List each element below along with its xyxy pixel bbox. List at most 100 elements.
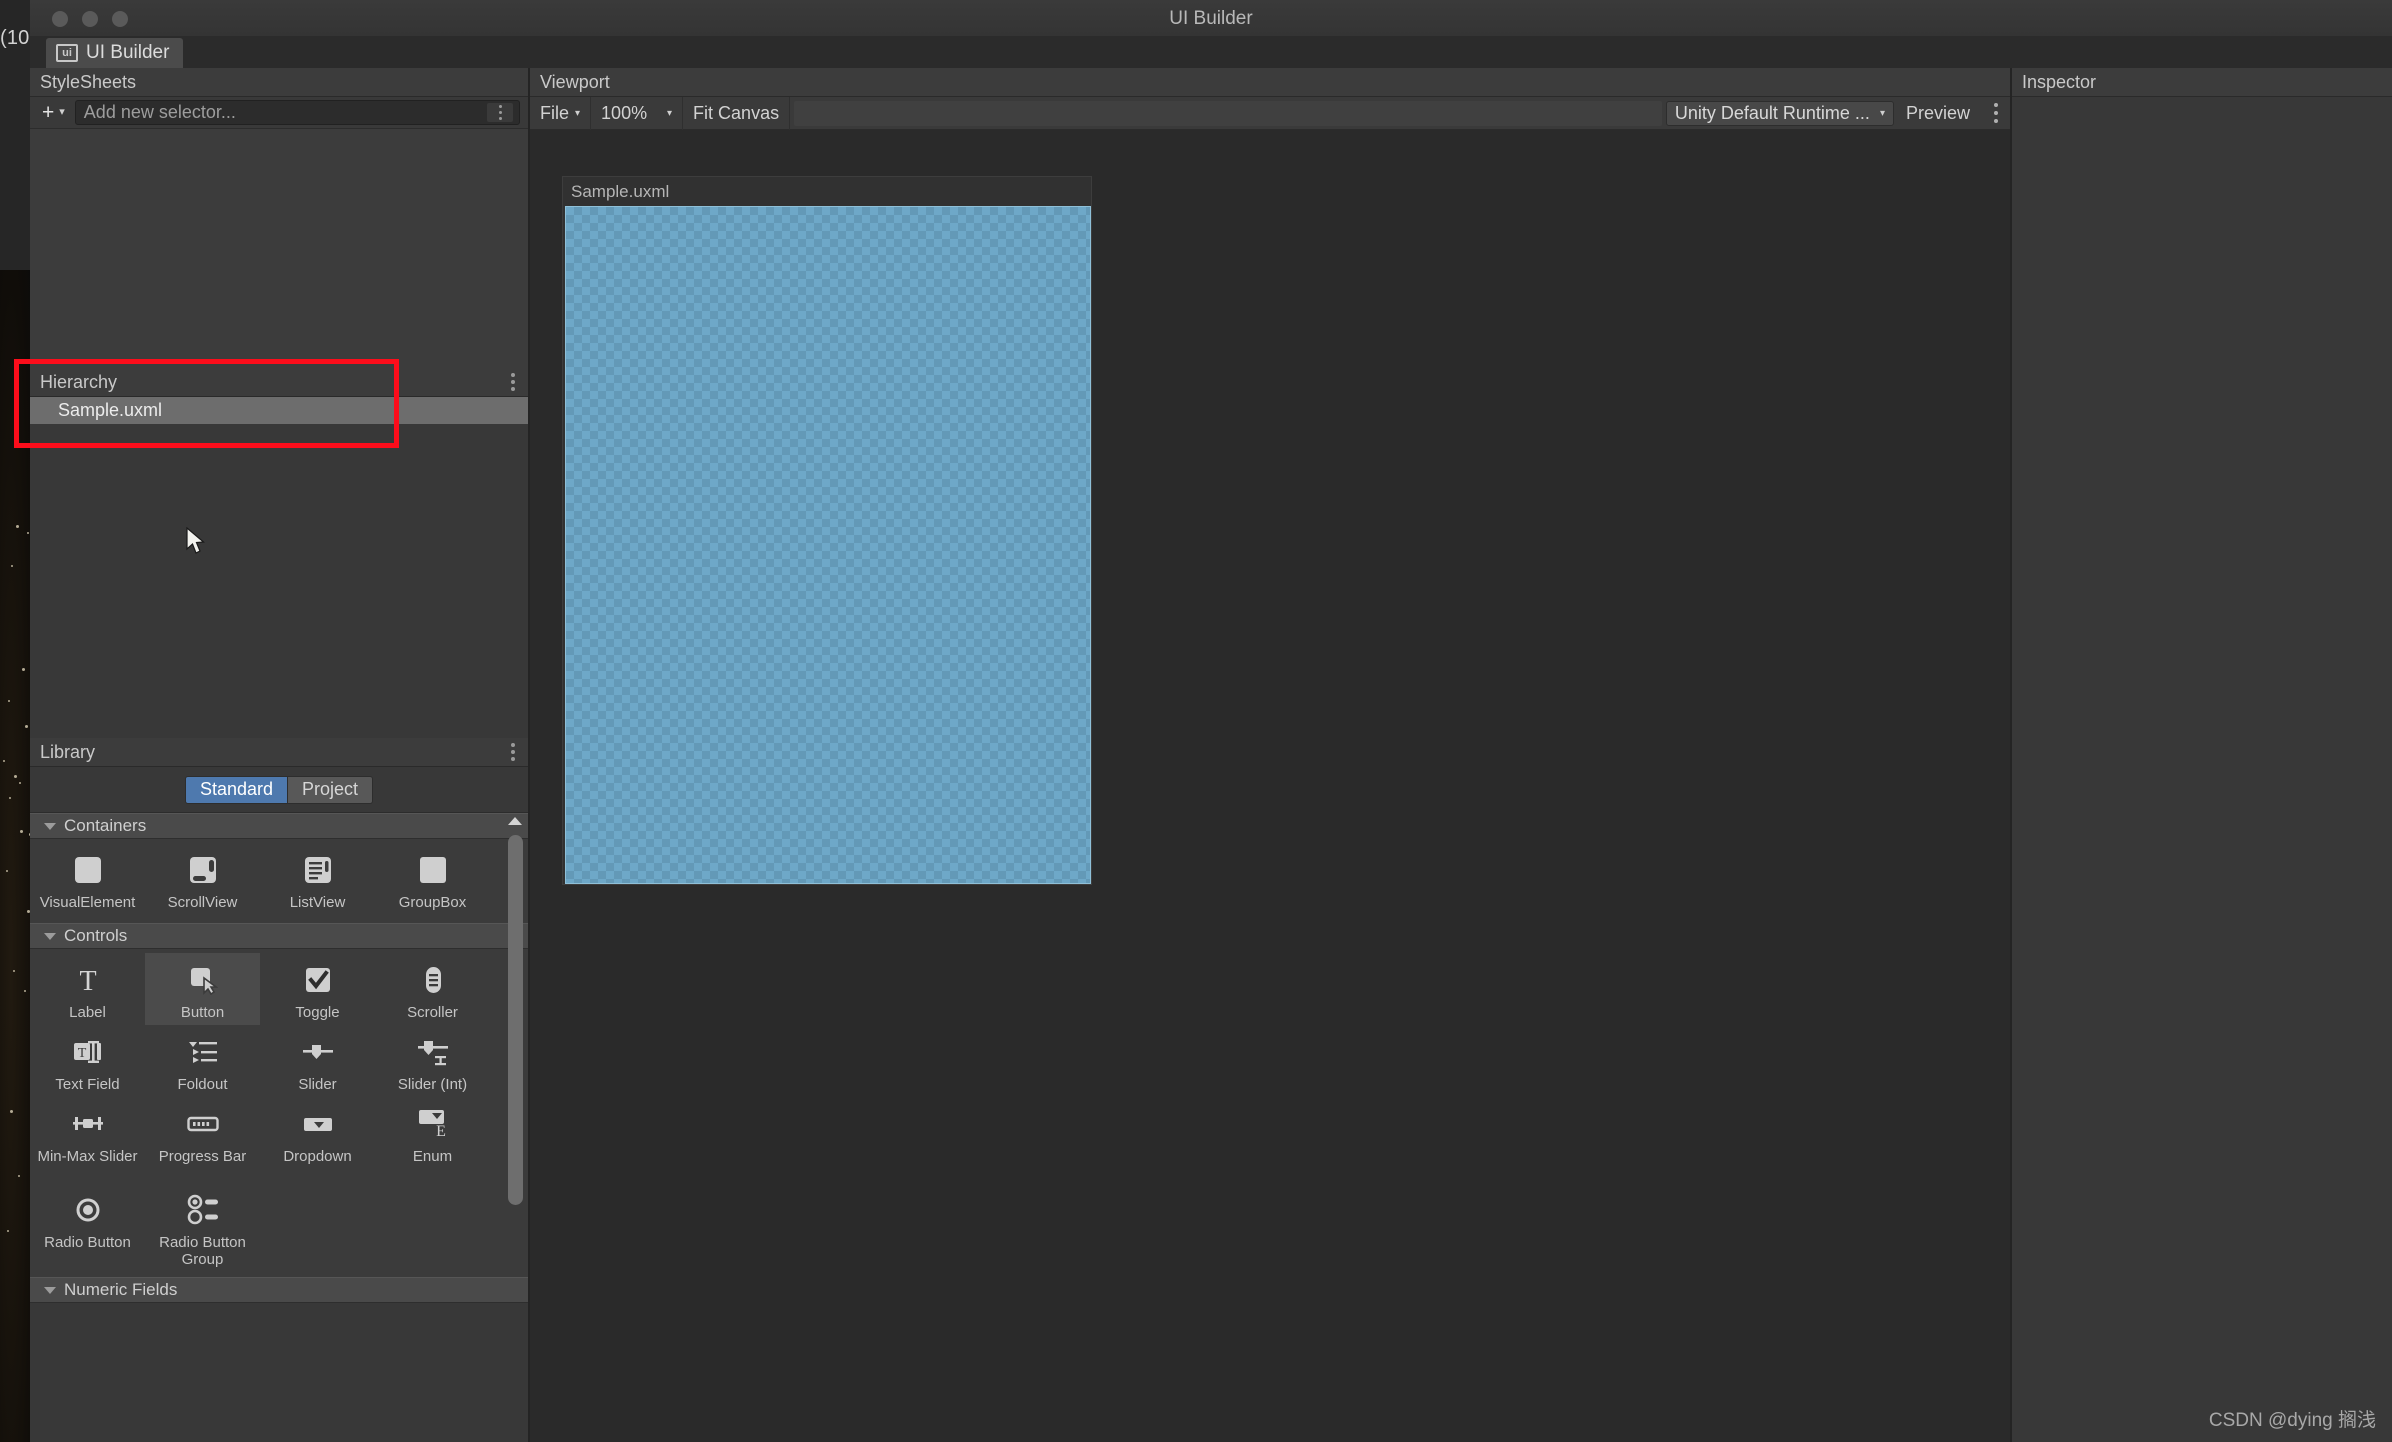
- new-selector-placeholder: Add new selector...: [84, 102, 236, 123]
- inspector-column: Inspector: [2012, 68, 2392, 1442]
- library-scroll-area[interactable]: Containers VisualElement: [30, 812, 528, 1442]
- add-stylesheet-button[interactable]: + ▾: [38, 101, 69, 125]
- svg-text:T: T: [79, 966, 96, 995]
- chevron-down-icon: [44, 823, 56, 830]
- theme-value: Unity Default Runtime ...: [1675, 103, 1870, 124]
- library-item-groupbox[interactable]: GroupBox: [375, 843, 490, 915]
- library-section-numeric-fields-label: Numeric Fields: [64, 1280, 177, 1300]
- window-titlebar: UI Builder: [30, 0, 2392, 36]
- stylesheets-title: StyleSheets: [40, 72, 136, 93]
- library-item-listview[interactable]: ListView: [260, 843, 375, 915]
- dropdown-icon: [301, 1105, 335, 1143]
- library-section-numeric-fields[interactable]: Numeric Fields: [30, 1277, 528, 1303]
- library-item-toggle[interactable]: Toggle: [260, 953, 375, 1025]
- library-item-radio-button-group[interactable]: Radio Button Group: [145, 1183, 260, 1269]
- hierarchy-panel: Hierarchy Sample.uxml: [30, 368, 528, 738]
- min-max-slider-icon: [71, 1105, 105, 1143]
- new-selector-input[interactable]: Add new selector...: [75, 100, 520, 125]
- library-item-label[interactable]: T Label: [30, 953, 145, 1025]
- background-window-title-partial: (10: [0, 27, 30, 50]
- stylesheets-header: StyleSheets: [30, 68, 528, 97]
- stylesheets-list[interactable]: [30, 129, 528, 368]
- svg-text:T: T: [77, 1046, 86, 1061]
- viewport-column: Viewport File ▾ 100% ▾ Fit Canvas Unity …: [530, 68, 2012, 1442]
- inspector-header: Inspector: [2012, 68, 2392, 97]
- library-item-label: Progress Bar: [159, 1148, 247, 1165]
- tab-ui-builder-label: UI Builder: [86, 42, 169, 64]
- library-item-visualelement[interactable]: VisualElement: [30, 843, 145, 915]
- zoom-level-dropdown[interactable]: 100% ▾: [591, 97, 683, 130]
- fit-canvas-button[interactable]: Fit Canvas: [683, 97, 790, 130]
- library-item-label: ScrollView: [168, 894, 238, 911]
- library-item-foldout[interactable]: Foldout: [145, 1025, 260, 1097]
- library-tab-standard[interactable]: Standard: [185, 776, 288, 804]
- library-item-slider-int[interactable]: Slider (Int): [375, 1025, 490, 1097]
- library-tab-project[interactable]: Project: [288, 776, 373, 804]
- canvas-surface[interactable]: [565, 206, 1091, 884]
- library-item-label: VisualElement: [40, 894, 136, 911]
- chevron-down-icon: ▾: [1880, 108, 1885, 119]
- file-menu-label: File: [540, 103, 569, 124]
- library-item-label: Scroller: [407, 1004, 458, 1021]
- library-item-progress-bar[interactable]: Progress Bar: [145, 1097, 260, 1183]
- scrollbar-thumb[interactable]: [508, 835, 523, 1205]
- hierarchy-item-sample-uxml[interactable]: Sample.uxml: [30, 397, 528, 424]
- library-item-scrollview[interactable]: ScrollView: [145, 843, 260, 915]
- library-item-enum[interactable]: E Enum: [375, 1097, 490, 1183]
- zoom-level-value: 100%: [601, 103, 647, 124]
- window-title: UI Builder: [30, 8, 2392, 30]
- library-section-containers[interactable]: Containers: [30, 813, 528, 839]
- slider-icon: [301, 1033, 335, 1071]
- library-section-controls[interactable]: Controls: [30, 923, 528, 949]
- hierarchy-tree[interactable]: Sample.uxml: [30, 397, 528, 738]
- library-item-label: Toggle: [295, 1004, 339, 1021]
- library-item-button[interactable]: Button: [145, 953, 260, 1025]
- inspector-body[interactable]: [2012, 97, 2392, 1442]
- tab-ui-builder[interactable]: ui UI Builder: [46, 38, 183, 68]
- library-item-slider[interactable]: Slider: [260, 1025, 375, 1097]
- library-item-dropdown[interactable]: Dropdown: [260, 1097, 375, 1183]
- kebab-menu-icon[interactable]: [487, 103, 513, 122]
- svg-text:E: E: [436, 1123, 446, 1140]
- enum-icon: E: [416, 1105, 450, 1143]
- library-item-label: Slider (Int): [398, 1076, 467, 1093]
- groupbox-icon: [418, 851, 448, 889]
- library-item-label: Enum: [413, 1148, 452, 1165]
- hierarchy-title: Hierarchy: [40, 372, 117, 393]
- hierarchy-item-label: Sample.uxml: [58, 400, 162, 421]
- library-item-scroller[interactable]: Scroller: [375, 953, 490, 1025]
- kebab-menu-icon[interactable]: [508, 740, 518, 764]
- text-t-icon: T: [73, 961, 103, 999]
- preview-label: Preview: [1906, 103, 1970, 124]
- viewport-canvas-area[interactable]: Sample.uxml: [530, 130, 2010, 1442]
- preview-toggle-button[interactable]: Preview: [1894, 97, 1982, 130]
- ui-badge-icon: ui: [56, 44, 78, 62]
- library-section-controls-label: Controls: [64, 926, 127, 946]
- canvas-frame[interactable]: Sample.uxml: [562, 176, 1092, 885]
- file-menu-button[interactable]: File ▾: [530, 97, 591, 130]
- chevron-down-icon: [44, 1287, 56, 1294]
- kebab-menu-icon[interactable]: [508, 370, 518, 394]
- library-scrollbar[interactable]: [504, 813, 526, 1442]
- library-item-text-field[interactable]: T Text Field: [30, 1025, 145, 1097]
- theme-dropdown[interactable]: Unity Default Runtime ... ▾: [1666, 101, 1894, 126]
- library-grid-containers: VisualElement ScrollView: [30, 839, 528, 923]
- scrollview-icon: [188, 851, 218, 889]
- button-cursor-icon: [188, 961, 218, 999]
- library-title: Library: [40, 742, 95, 763]
- chevron-down-icon: ▾: [575, 108, 580, 119]
- square-icon: [73, 851, 103, 889]
- inspector-title: Inspector: [2022, 72, 2096, 93]
- library-panel: Library Standard Project Containers: [30, 738, 528, 1442]
- library-item-radio-button[interactable]: Radio Button: [30, 1183, 145, 1269]
- plus-icon: +: [42, 102, 54, 123]
- kebab-menu-icon[interactable]: [1982, 97, 2010, 130]
- foldout-icon: [186, 1033, 220, 1071]
- library-item-min-max-slider[interactable]: Min-Max Slider: [30, 1097, 145, 1183]
- chevron-down-icon: ▾: [59, 107, 65, 118]
- scroll-up-arrow-icon[interactable]: [508, 817, 522, 825]
- textfield-icon: T: [71, 1033, 105, 1071]
- library-item-label: Dropdown: [283, 1148, 351, 1165]
- progress-bar-icon: [186, 1105, 220, 1143]
- stylesheets-panel: StyleSheets + ▾ Add new selector...: [30, 68, 528, 368]
